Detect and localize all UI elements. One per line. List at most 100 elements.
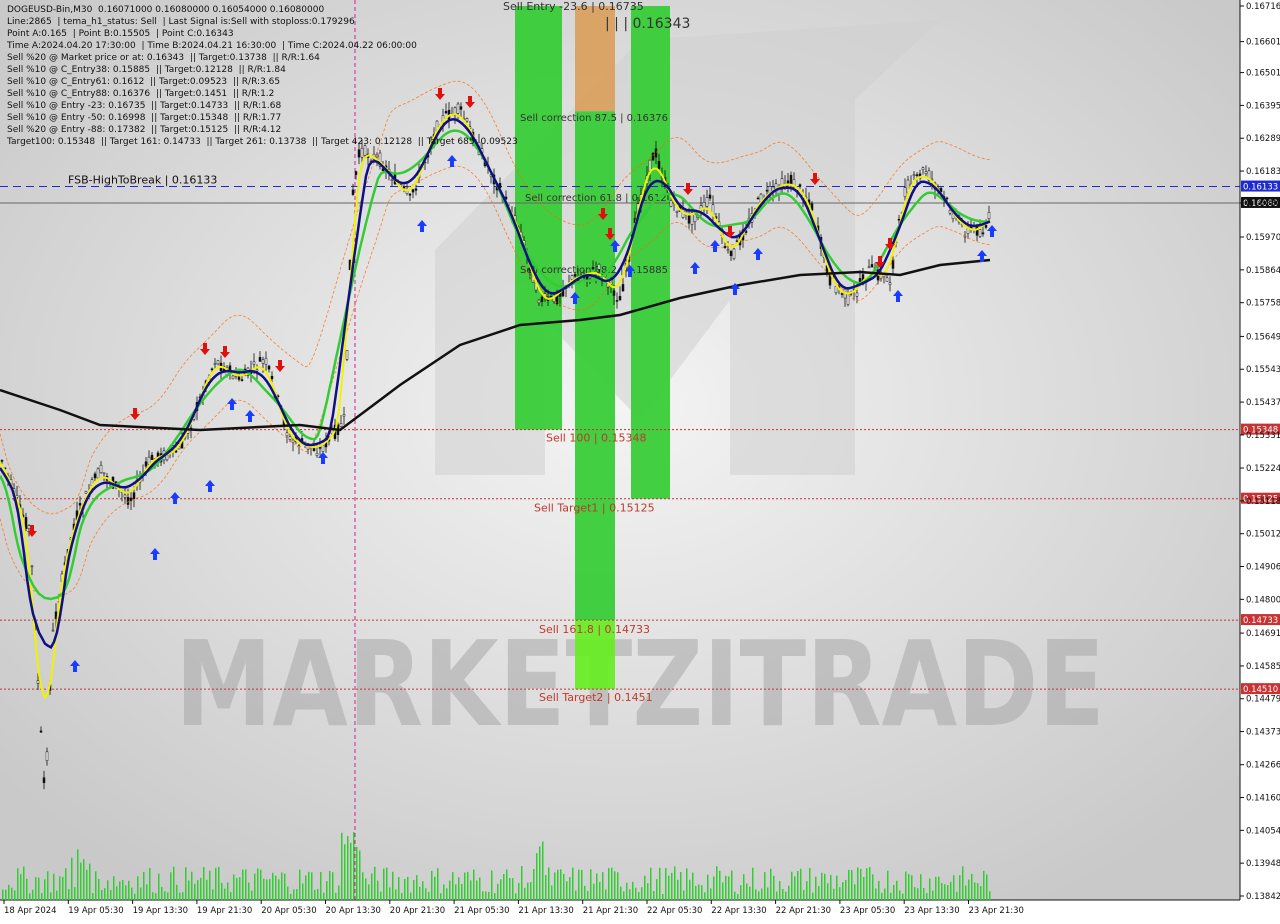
time-tick-label: 23 Apr 13:30 [904,906,959,916]
volume-bar [719,870,721,900]
volume-bar [146,884,148,900]
zone-label: Sell correction 87.5 | 0.16376 [520,113,668,124]
volume-bar [860,868,862,900]
candle-body [24,517,28,530]
candle-body [840,293,844,295]
price-tick-label: 0.14266 [1246,761,1280,771]
volume-bar [560,869,562,900]
volume-bar [287,886,289,900]
volume-bar [575,890,577,900]
candle-body [981,232,985,235]
volume-bar [437,868,439,900]
volume-bar [5,889,7,900]
volume-bar [80,862,82,900]
volume-bar [839,887,841,900]
candle-body [888,282,892,285]
price-tick-label: 0.15437 [1246,398,1280,408]
volume-bar [737,893,739,900]
time-tick-label: 18 Apr 2024 [4,906,57,916]
candle-body [573,274,577,277]
candle-body [252,361,256,365]
info-line: Sell %20 @ Entry -88: 0.17382 || Target:… [7,125,282,135]
volume-bar [833,888,835,900]
volume-bar [932,890,934,900]
volume-bar [746,883,748,900]
candle-body [354,171,358,175]
volume-bar [149,868,151,900]
volume-bar [173,866,175,900]
volume-bar [851,870,853,900]
volume-bar [407,876,409,900]
candle-body [99,464,103,473]
price-tick-label: 0.16395 [1246,101,1280,111]
volume-bar [701,885,703,900]
volume-bar [518,882,520,900]
candle-body [675,210,679,213]
volume-bar [293,889,295,900]
volume-bar [185,867,187,900]
price-tick-label: 0.15758 [1246,299,1280,309]
volume-bar [323,892,325,900]
candle-body [318,446,322,449]
volume-bar [245,869,247,900]
price-tick-label: 0.15649 [1246,332,1280,342]
volume-bar [86,869,88,900]
candle-body [270,375,274,380]
volume-bar [731,870,733,900]
candle-body [945,197,949,200]
time-tick-label: 21 Apr 13:30 [518,906,573,916]
volume-bar [257,868,259,900]
volume-bar [563,873,565,900]
volume-bar [782,888,784,900]
volume-bar [734,891,736,900]
volume-bar [53,873,55,900]
volume-bar [503,873,505,900]
info-line: Sell %20 @ Market price or at: 0.16343 |… [7,53,320,63]
volume-bar [110,889,112,900]
volume-bar [212,889,214,900]
volume-bar [332,872,334,900]
info-line: Point A:0.165 | Point B:0.15505 | Point … [7,29,234,39]
volume-bar [200,877,202,900]
price-tick-label: 0.14691 [1246,629,1280,639]
volume-bar [119,881,121,900]
volume-bar [413,880,415,900]
volume-bar [23,866,25,900]
volume-bar [815,876,817,900]
volume-bar [818,886,820,900]
volume-bar [44,879,46,900]
price-tick-label: 0.15224 [1246,464,1280,474]
volume-bar [653,891,655,900]
candle-body [978,229,982,237]
volume-bar [536,853,538,900]
volume-bar [470,880,472,900]
candle-body [126,497,130,505]
volume-bar [374,866,376,900]
volume-bar [398,877,400,900]
volume-bar [326,881,328,900]
volume-bar [551,885,553,900]
price-tick-label: 0.14373 [1246,728,1280,738]
volume-bar [92,893,94,900]
candle-body [210,368,214,371]
volume-bar [266,879,268,900]
time-tick-label: 19 Apr 13:30 [133,906,188,916]
volume-bar [419,886,421,900]
volume-bar [938,876,940,900]
volume-bar [422,881,424,900]
volume-bar [920,874,922,900]
volume-bar [476,880,478,900]
info-line: Sell %10 @ Entry -50: 0.16998 || Target:… [7,113,282,123]
price-tick-label: 0.13842 [1246,892,1280,902]
volume-bar [761,888,763,900]
volume-bar [647,883,649,900]
volume-bar [155,893,157,900]
info-line: DOGEUSD-Bin,M30 0.16071000 0.16080000 0.… [7,5,325,15]
volume-bar [776,891,778,900]
candle-body [267,365,271,370]
volume-bar [206,879,208,900]
volume-bar [371,873,373,900]
volume-bar [509,877,511,900]
volume-bar [638,892,640,900]
volume-bar [986,874,988,900]
